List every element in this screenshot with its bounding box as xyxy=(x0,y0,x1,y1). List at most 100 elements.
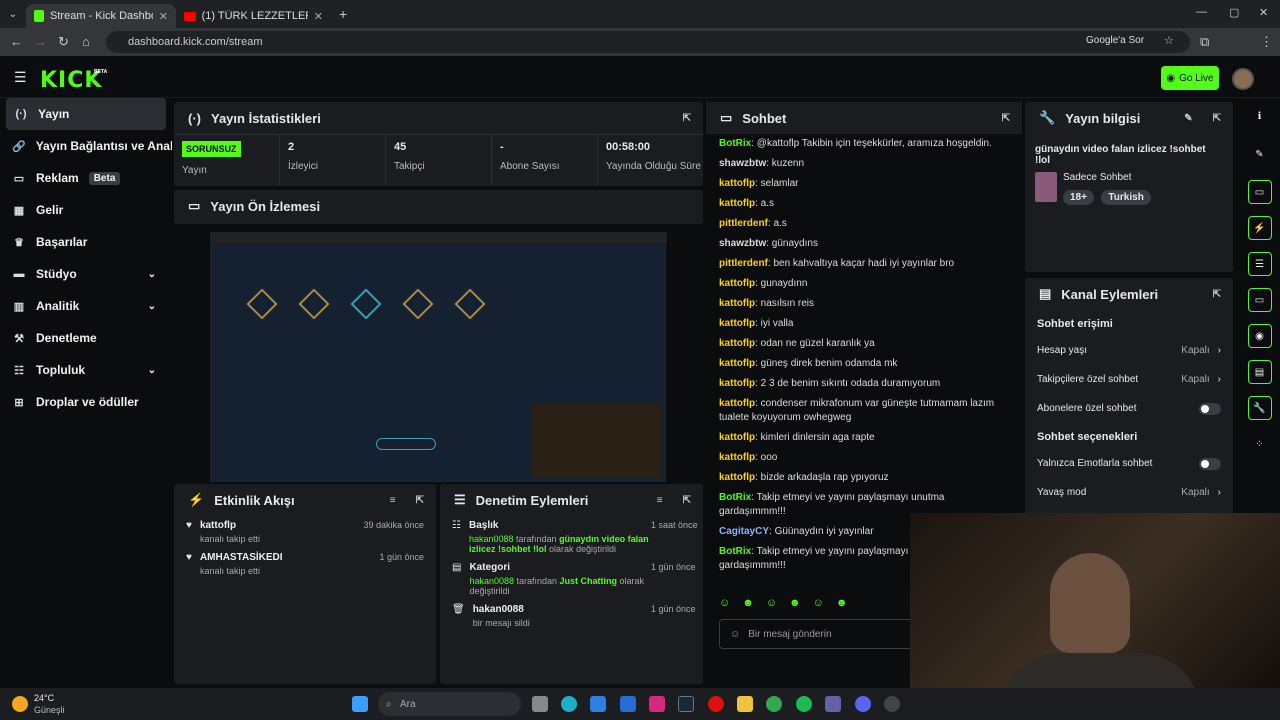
taskbar-search[interactable]: ⌕ Ara xyxy=(378,692,521,716)
taskview-icon[interactable] xyxy=(532,696,548,712)
star-icon[interactable]: ☆ xyxy=(1164,34,1174,47)
chat-username[interactable]: shawzbtw xyxy=(719,158,766,169)
apps-icon[interactable]: ⁘ xyxy=(1248,432,1272,456)
forward-icon[interactable]: → xyxy=(34,34,47,49)
filter-icon[interactable]: ≡ xyxy=(657,495,663,506)
chrome-icon[interactable] xyxy=(766,696,782,712)
chat-icon[interactable]: ▭ xyxy=(1247,288,1272,312)
account-age-row[interactable]: Hesap yaşı Kapalı › xyxy=(1025,336,1233,365)
info-icon[interactable]: ℹ xyxy=(1248,104,1272,128)
chat-username[interactable]: pittlerdenf xyxy=(719,218,768,229)
sidebar-item-droplar[interactable]: ⊞ Droplar ve ödüller xyxy=(0,386,172,418)
close-icon[interactable]: ✕ xyxy=(159,10,168,23)
emote-icon[interactable]: ☻ xyxy=(836,597,848,609)
extensions-icon[interactable]: ⧉ xyxy=(1200,34,1209,50)
popout-icon[interactable]: ⇱ xyxy=(1213,289,1221,300)
chat-message: shawzbtw: günaydıns xyxy=(706,234,1022,254)
sidebar-item-yayin[interactable]: (·) Yayın xyxy=(6,98,166,130)
home-icon[interactable]: ⌂ xyxy=(82,34,90,49)
chat-username[interactable]: shawzbtw xyxy=(719,238,766,249)
filter-icon[interactable]: ≡ xyxy=(390,495,396,506)
chat-username[interactable]: kattoflp xyxy=(719,452,755,463)
avatar[interactable] xyxy=(1232,68,1254,90)
sidebar-item-gelir[interactable]: ▦ Gelir xyxy=(0,194,172,226)
chat-username[interactable]: kattoflp xyxy=(719,338,755,349)
weather-temp[interactable]: 24°C xyxy=(34,693,54,703)
chat-username[interactable]: BotRix xyxy=(719,546,751,557)
reload-icon[interactable]: ↻ xyxy=(58,34,69,50)
close-icon[interactable]: ✕ xyxy=(314,10,323,23)
tab-list-icon[interactable]: ⌄ xyxy=(0,9,26,20)
folder-icon[interactable] xyxy=(737,696,753,712)
obs-icon[interactable] xyxy=(884,696,900,712)
chat-username[interactable]: kattoflp xyxy=(719,472,755,483)
emote-only-toggle[interactable] xyxy=(1199,457,1221,470)
stream-preview[interactable] xyxy=(174,224,703,482)
url-field[interactable]: dashboard.kick.com/stream Google'a Sor ☆ xyxy=(106,31,1190,53)
tab-kick-dashboard[interactable]: Stream - Kick Dashboard ✕ xyxy=(26,4,176,28)
popout-icon[interactable]: ⇱ xyxy=(416,495,424,506)
followers-only-row[interactable]: Takipçilere özel sohbet Kapalı › xyxy=(1025,365,1233,394)
chat-username[interactable]: BotRix xyxy=(719,492,751,503)
go-live-button[interactable]: ◉ Go Live xyxy=(1161,66,1219,90)
slow-mode-row[interactable]: Yavaş mod Kapalı › xyxy=(1025,478,1233,507)
sidebar-item-topluluk[interactable]: ☷ Topluluk ⌄ xyxy=(0,354,172,386)
sidebar-item-studyo[interactable]: ▬ Stüdyo ⌄ xyxy=(0,258,172,290)
popout-icon[interactable]: ⇱ xyxy=(683,113,691,124)
chat-username[interactable]: kattoflp xyxy=(719,378,755,389)
teams-icon[interactable] xyxy=(825,696,841,712)
chat-username[interactable]: kattoflp xyxy=(719,298,755,309)
popout-icon[interactable]: ⇱ xyxy=(1213,113,1221,124)
tab-youtube[interactable]: (1) TÜRK LEZZETLERİ BÜTÜN M ✕ xyxy=(176,4,331,28)
subs-only-toggle[interactable] xyxy=(1199,402,1221,415)
menu-icon[interactable]: ⋮ xyxy=(1260,34,1273,50)
popout-icon[interactable]: ⇱ xyxy=(1002,113,1010,124)
chat-username[interactable]: kattoflp xyxy=(719,278,755,289)
edit-icon[interactable]: ✎ xyxy=(1184,113,1192,124)
chat-username[interactable]: kattoflp xyxy=(719,178,755,189)
sidebar-item-stream-key[interactable]: 🔗Yayın Bağlantısı ve Anahtarı xyxy=(0,130,172,162)
emote-icon[interactable]: ☺ xyxy=(719,597,730,609)
list-icon[interactable]: ☰ xyxy=(1247,252,1272,276)
window-close-icon[interactable]: ✕ xyxy=(1259,6,1268,19)
chat-username[interactable]: kattoflp xyxy=(719,398,755,409)
sidebar-item-reklam[interactable]: ▭ Reklam Beta xyxy=(0,162,172,194)
new-tab-icon[interactable]: + xyxy=(339,6,347,22)
emote-icon[interactable]: ☻ xyxy=(742,597,754,609)
monitor-icon[interactable]: ▭ xyxy=(1247,180,1272,204)
channel-icon[interactable]: ▤ xyxy=(1247,360,1272,384)
discord-icon[interactable] xyxy=(855,696,871,712)
emote-icon[interactable]: ☻ xyxy=(789,597,801,609)
bolt-icon[interactable]: ⚡ xyxy=(1247,216,1272,240)
sidebar-item-basarilar[interactable]: ♛ Başarılar xyxy=(0,226,172,258)
chat-input[interactable]: ☺ Bir mesaj gönderin xyxy=(719,619,919,649)
sidebar-item-denetleme[interactable]: ⚒ Denetleme xyxy=(0,322,172,354)
sidebar-item-analitik[interactable]: ▥ Analitik ⌄ xyxy=(0,290,172,322)
emote-icon[interactable]: ☺ xyxy=(813,597,824,609)
windows-start-icon[interactable] xyxy=(352,696,368,712)
steam-icon[interactable] xyxy=(678,696,694,712)
emote-icon[interactable]: ☺ xyxy=(766,597,777,609)
chat-username[interactable]: kattoflp xyxy=(719,432,755,443)
broadcast-icon[interactable]: ◉ xyxy=(1247,324,1272,348)
chat-username[interactable]: pittlerdenf xyxy=(719,258,768,269)
spotify-icon[interactable] xyxy=(796,696,812,712)
maximize-icon[interactable]: ▢ xyxy=(1229,6,1239,19)
edit-icon[interactable]: ✎ xyxy=(1248,142,1272,166)
chat-username[interactable]: kattoflp xyxy=(719,358,755,369)
chat-username[interactable]: CagitayCY xyxy=(719,526,769,537)
google-ask-button[interactable]: Google'a Sor xyxy=(1086,35,1144,46)
store-icon[interactable] xyxy=(590,696,606,712)
edge-icon[interactable] xyxy=(561,696,577,712)
popout-icon[interactable]: ⇱ xyxy=(683,495,691,506)
opera-icon[interactable] xyxy=(708,696,724,712)
back-icon[interactable]: ← xyxy=(10,34,23,49)
chat-username[interactable]: BotRix xyxy=(719,138,751,149)
hamburger-icon[interactable]: ☰ xyxy=(14,69,27,86)
chat-username[interactable]: kattoflp xyxy=(719,198,755,209)
chat-username[interactable]: kattoflp xyxy=(719,318,755,329)
mail-icon[interactable] xyxy=(620,696,636,712)
wrench-icon[interactable]: 🔧 xyxy=(1247,396,1272,420)
minimize-icon[interactable]: — xyxy=(1196,6,1207,18)
instagram-icon[interactable] xyxy=(649,696,665,712)
